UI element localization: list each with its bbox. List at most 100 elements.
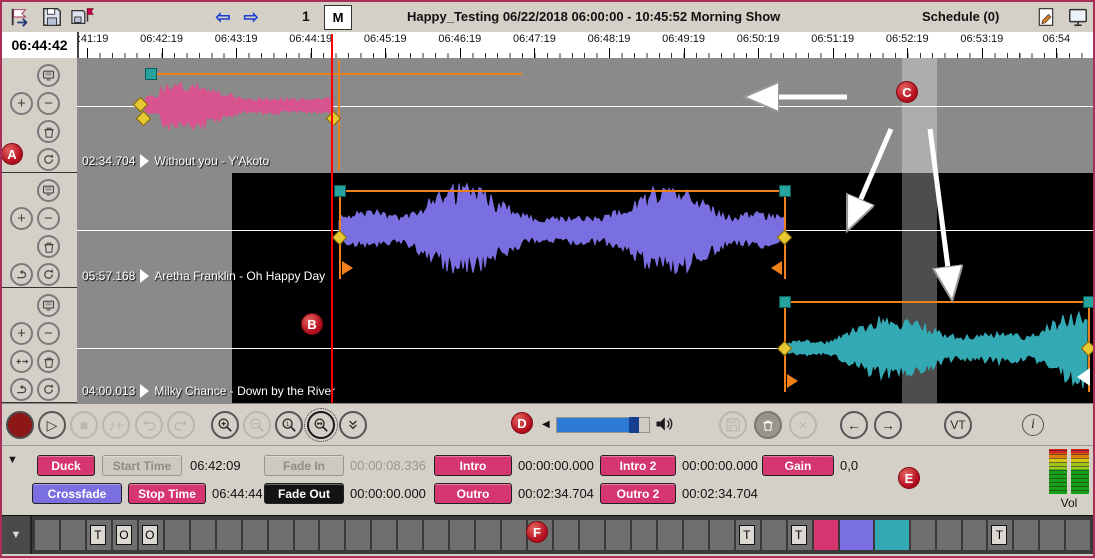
zoom-in-track-icon[interactable]: + <box>10 207 33 230</box>
open-playlist-icon[interactable] <box>8 5 32 29</box>
volume-down-icon[interactable]: ◀ <box>542 419 550 430</box>
hour-segment[interactable] <box>450 520 474 550</box>
hour-segment[interactable] <box>840 520 874 550</box>
zoom-full-button[interactable]: 1 <box>275 411 303 439</box>
insert-item-icon[interactable] <box>10 350 33 373</box>
hour-segment[interactable] <box>963 520 987 550</box>
zoom-in-track-icon[interactable]: + <box>10 92 33 115</box>
intro2-button[interactable]: Intro 2 <box>600 455 676 476</box>
hour-bar-dropdown[interactable]: ▼ <box>2 516 32 554</box>
cue-in-marker[interactable] <box>342 261 353 275</box>
hour-segment[interactable] <box>165 520 189 550</box>
trash-icon[interactable] <box>37 120 60 143</box>
hour-segment[interactable] <box>684 520 708 550</box>
envelope-line[interactable] <box>150 73 522 75</box>
timeline-ruler[interactable]: 06:41:1906:42:1906:43:1906:44:1906:45:19… <box>77 32 1095 58</box>
hour-segment[interactable] <box>372 520 396 550</box>
envelope-handle[interactable] <box>779 296 791 308</box>
save-playlist-icon[interactable] <box>40 5 64 29</box>
hour-segment[interactable] <box>424 520 448 550</box>
cancel-button[interactable]: × <box>789 411 817 439</box>
scroll-right-marker[interactable] <box>1077 368 1090 386</box>
crossfade-button[interactable]: Crossfade <box>32 483 122 504</box>
speaker-icon[interactable] <box>654 414 674 439</box>
hour-segment[interactable] <box>875 520 909 550</box>
envelope-handle[interactable] <box>334 185 346 197</box>
playback-cursor[interactable] <box>331 34 333 403</box>
voice-track-button[interactable]: VT <box>944 411 972 439</box>
envelope-handle[interactable] <box>779 185 791 197</box>
hour-segment[interactable] <box>346 520 370 550</box>
hour-segment[interactable]: O <box>113 520 137 550</box>
loop-icon[interactable] <box>37 263 60 286</box>
display-icon[interactable] <box>37 294 60 317</box>
display-icon[interactable] <box>37 64 60 87</box>
play-button[interactable]: ▷ <box>38 411 66 439</box>
hour-segment[interactable] <box>398 520 422 550</box>
envelope-handle[interactable] <box>1083 296 1095 308</box>
hour-segment[interactable]: O <box>139 520 163 550</box>
hour-segment[interactable] <box>937 520 961 550</box>
envelope-line[interactable] <box>784 301 1090 303</box>
hour-segment[interactable] <box>61 520 85 550</box>
volume-slider[interactable] <box>556 417 650 433</box>
volume-thumb[interactable] <box>629 417 639 433</box>
display-icon[interactable] <box>37 179 60 202</box>
back-arrow-button[interactable]: ⇦ <box>212 6 234 28</box>
record-button[interactable] <box>6 411 34 439</box>
save-as-icon[interactable] <box>70 5 94 29</box>
fade-out-button[interactable]: Fade Out <box>264 483 344 504</box>
hour-segment[interactable] <box>320 520 344 550</box>
schedule-label[interactable]: Schedule (0) <box>922 9 999 24</box>
next-item-button[interactable]: → <box>874 411 902 439</box>
hour-segment[interactable]: T <box>988 520 1012 550</box>
hour-segment[interactable] <box>814 520 838 550</box>
loop-icon[interactable] <box>37 148 60 171</box>
eject-icon[interactable] <box>10 378 33 401</box>
zoom-selection-button[interactable] <box>307 411 335 439</box>
undo-button[interactable] <box>135 411 163 439</box>
hour-segment[interactable]: T <box>87 520 111 550</box>
outro-button[interactable]: Outro <box>434 483 512 504</box>
zoom-in-button[interactable] <box>211 411 239 439</box>
track-1-content[interactable]: 02:34.704 Without you - Y'Akoto <box>77 58 1095 173</box>
segment-marker-o[interactable]: O <box>142 525 158 545</box>
hour-segment[interactable] <box>217 520 241 550</box>
cue-out-marker[interactable] <box>771 261 782 275</box>
outro2-button[interactable]: Outro 2 <box>600 483 676 504</box>
trash-icon[interactable] <box>37 350 60 373</box>
intro-button[interactable]: Intro <box>434 455 512 476</box>
zoom-out-button[interactable] <box>243 411 271 439</box>
hour-segment[interactable] <box>1014 520 1038 550</box>
info-button[interactable]: i <box>1022 414 1044 436</box>
hour-segment[interactable]: T <box>788 520 812 550</box>
segment-marker-t[interactable]: T <box>991 525 1007 545</box>
discard-recording-button[interactable] <box>754 411 782 439</box>
hour-segment[interactable] <box>502 520 526 550</box>
add-audio-button[interactable]: ♪+ <box>102 411 130 439</box>
zoom-out-track-icon[interactable]: − <box>37 207 60 230</box>
save-audio-button[interactable] <box>719 411 747 439</box>
panel-dropdown-icon[interactable]: ▼ <box>7 454 18 466</box>
segment-marker-t[interactable]: T <box>90 525 106 545</box>
hour-segment[interactable] <box>476 520 500 550</box>
hour-segment[interactable] <box>762 520 786 550</box>
hour-segment[interactable] <box>632 520 656 550</box>
zoom-out-track-icon[interactable]: − <box>37 92 60 115</box>
envelope-handle[interactable] <box>145 68 157 80</box>
eject-icon[interactable] <box>10 263 33 286</box>
hour-segment[interactable] <box>1066 520 1090 550</box>
hour-segment[interactable] <box>243 520 267 550</box>
start-time-button[interactable]: Start Time <box>102 455 182 476</box>
screen-icon[interactable] <box>1066 5 1090 29</box>
track-3-content[interactable]: 04:00.013 Milky Chance - Down by the Riv… <box>77 288 1095 403</box>
cue-in-marker[interactable] <box>787 374 798 388</box>
duck-button[interactable]: Duck <box>37 455 95 476</box>
redo-button[interactable] <box>167 411 195 439</box>
zoom-out-track-icon[interactable]: − <box>37 322 60 345</box>
hour-segment[interactable] <box>580 520 604 550</box>
previous-item-button[interactable]: ← <box>840 411 868 439</box>
fade-in-button[interactable]: Fade In <box>264 455 344 476</box>
hour-segment[interactable] <box>35 520 59 550</box>
hour-segment[interactable]: T <box>736 520 760 550</box>
